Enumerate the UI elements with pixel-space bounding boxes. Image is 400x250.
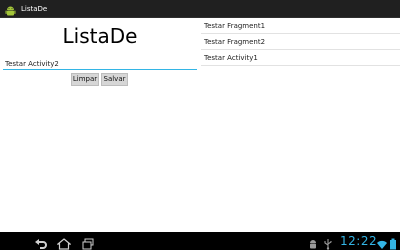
status-clock: 12:22 bbox=[340, 234, 378, 248]
detail-pane: ListaDe Limpar Salvar bbox=[0, 18, 200, 232]
item-input[interactable] bbox=[3, 58, 197, 70]
system-bar: 12:22 bbox=[0, 232, 400, 250]
debug-icon bbox=[307, 235, 319, 249]
list-item[interactable]: Testar Fragment2 bbox=[201, 35, 400, 50]
list-item[interactable]: Testar Fragment1 bbox=[201, 19, 400, 34]
app-screen: ListaDe ListaDe Limpar Salvar Testar Fra… bbox=[0, 0, 400, 250]
wifi-icon bbox=[376, 235, 388, 249]
home-icon[interactable] bbox=[56, 235, 72, 250]
recent-apps-icon[interactable] bbox=[81, 235, 95, 250]
item-list: Testar Fragment1 Testar Fragment2 Testar… bbox=[201, 18, 400, 232]
android-icon[interactable] bbox=[4, 2, 17, 16]
clear-button[interactable]: Limpar bbox=[71, 73, 99, 86]
page-title: ListaDe bbox=[62, 24, 138, 48]
usb-icon bbox=[322, 235, 334, 250]
app-title: ListaDe bbox=[21, 5, 48, 13]
save-button[interactable]: Salvar bbox=[101, 73, 128, 86]
list-item[interactable]: Testar Activity1 bbox=[201, 51, 400, 66]
back-icon[interactable] bbox=[34, 235, 48, 249]
action-bar: ListaDe bbox=[0, 0, 400, 18]
content-area: ListaDe Limpar Salvar Testar Fragment1 T… bbox=[0, 18, 400, 232]
battery-icon bbox=[389, 235, 397, 250]
